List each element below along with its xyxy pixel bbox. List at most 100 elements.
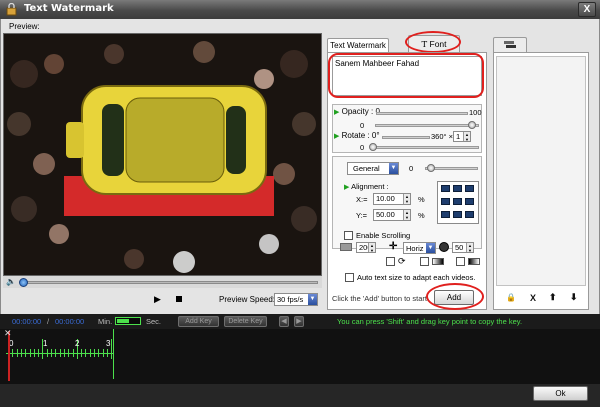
preview-speed-value: 30 fps/s (277, 295, 304, 304)
play-button[interactable]: ▶ (154, 294, 161, 305)
enable-scrolling-checkbox[interactable] (344, 231, 353, 240)
rotate-label: Rotate : (341, 131, 370, 140)
general-select[interactable]: General ▼ (347, 162, 399, 175)
align-middle-right[interactable] (465, 198, 474, 205)
playhead-marker-icon[interactable]: ✕ (4, 328, 12, 339)
highlight-circle-text (328, 53, 484, 98)
scroll-speed-spin[interactable]: 200 ▲ ▼ (356, 242, 376, 253)
ruler-tick (68, 349, 70, 357)
align-bottom-center[interactable] (453, 211, 462, 218)
ruler-tick (85, 349, 87, 357)
scroll-fade-out-checkbox[interactable] (456, 257, 465, 266)
general-select-value: General (353, 164, 380, 173)
scrub-track[interactable] (20, 281, 318, 284)
align-top-left[interactable] (441, 185, 450, 192)
time-total: 00:00:00 (55, 317, 85, 326)
lock-icon[interactable]: 🔒 (506, 293, 516, 302)
scroll-loop-checkbox[interactable] (386, 257, 395, 266)
spin-arrows-icon: ▲ ▼ (466, 243, 473, 253)
x-label: X:= (356, 195, 368, 204)
ruler-tick (59, 349, 61, 357)
footer-bar (0, 384, 600, 407)
opacity-row: ▶ Opacity : 0 (334, 107, 380, 116)
ruler-tick (12, 349, 14, 357)
ruler-tick (25, 349, 27, 357)
time-current: 00:00:00 (12, 317, 42, 326)
time-separator: / (47, 317, 50, 326)
zoom-sec-label: Sec. (146, 317, 162, 326)
rotate-value: 0 (360, 143, 365, 152)
scroll-time-spin[interactable]: 50 ▲ ▼ (452, 242, 474, 253)
auto-text-size-checkbox[interactable] (345, 273, 354, 282)
highlight-circle-font (405, 31, 461, 53)
ruler-tick (46, 349, 48, 357)
fade-in-icon (432, 258, 444, 265)
move-down-icon[interactable]: ⬇ (570, 292, 578, 303)
ruler-tick (72, 349, 74, 357)
add-key-button[interactable]: Add Key (178, 316, 219, 327)
prev-key-button[interactable]: ◀ (279, 316, 289, 327)
ruler-tick (102, 349, 104, 357)
alignment-grid[interactable] (437, 181, 479, 224)
align-top-right[interactable] (465, 185, 474, 192)
y-position-spin[interactable]: 50.00 ▲ ▼ (373, 209, 411, 221)
ruler-tick (38, 349, 40, 357)
preview-label: Preview: (9, 22, 40, 31)
watermark-list[interactable] (496, 56, 586, 286)
delete-key-button[interactable]: Delete Key (224, 316, 267, 327)
delete-icon[interactable]: X (530, 293, 536, 303)
tab-text-watermark[interactable]: Text Watermark (327, 38, 389, 52)
alignment-label: Alignment : (351, 182, 389, 191)
ruler-tick (81, 349, 83, 357)
rotate-multiplier-spin[interactable]: 1 ▲ ▼ (453, 131, 471, 142)
video-preview (3, 33, 322, 276)
tab-watermark-list[interactable] (493, 37, 527, 52)
align-center[interactable] (453, 198, 462, 205)
opacity-value-track[interactable] (375, 124, 479, 127)
chevron-down-icon: ▼ (389, 163, 398, 174)
y-percent: % (418, 211, 425, 220)
opacity-max: 100 (469, 108, 482, 117)
close-button[interactable]: X (578, 2, 596, 17)
ruler-tick (33, 349, 35, 357)
ruler-tick (63, 349, 65, 357)
scroll-direction-value: Horiz (406, 244, 424, 253)
next-key-button[interactable]: ▶ (294, 316, 304, 327)
alignment-row: ▶ Alignment : (344, 182, 389, 191)
scroll-direction-select[interactable]: Horiz ▼ (403, 242, 436, 254)
rotate-value-track[interactable] (375, 146, 479, 149)
rotate-min: 0° (371, 131, 380, 140)
x-position-value: 10.00 (376, 194, 395, 203)
preview-speed-select[interactable]: 30 fps/s ▼ (274, 293, 318, 306)
x-percent: % (418, 195, 425, 204)
opacity-knob[interactable] (468, 121, 476, 129)
highlight-circle-add (426, 283, 484, 310)
ruler-tick (94, 349, 95, 357)
rotate-multiplier-value: 1 (456, 132, 461, 141)
rotate-slider-track[interactable] (382, 136, 430, 139)
scroll-fade-checkbox[interactable] (420, 257, 429, 266)
align-bottom-right[interactable] (465, 211, 474, 218)
general-knob[interactable] (427, 164, 435, 172)
loop-icon: ⟳ (398, 256, 406, 266)
align-middle-left[interactable] (441, 198, 450, 205)
x-position-spin[interactable]: 10.00 ▲ ▼ (373, 193, 411, 205)
enable-scrolling-label: Enable Scrolling (356, 231, 411, 240)
scrub-knob[interactable] (19, 278, 28, 287)
align-top-center[interactable] (453, 185, 462, 192)
ok-button[interactable]: Ok (533, 386, 588, 401)
window-title: Text Watermark (24, 3, 114, 14)
chevron-down-icon: ▼ (308, 294, 317, 305)
general-value: 0 (409, 164, 414, 173)
rotate-knob[interactable] (369, 143, 377, 151)
move-up-icon[interactable]: ⬆ (549, 292, 557, 303)
expand-triangle-icon: ▶ (344, 184, 350, 191)
volume-icon[interactable]: 🔈 (6, 277, 16, 286)
spin-arrows-icon: ▲ ▼ (403, 194, 410, 204)
align-bottom-left[interactable] (441, 211, 450, 218)
stop-button[interactable] (176, 296, 182, 302)
preview-speed-label: Preview Speed: (219, 295, 276, 304)
clock-icon (439, 242, 449, 252)
y-position-value: 50.00 (376, 210, 395, 219)
opacity-slider-track[interactable] (376, 112, 468, 115)
